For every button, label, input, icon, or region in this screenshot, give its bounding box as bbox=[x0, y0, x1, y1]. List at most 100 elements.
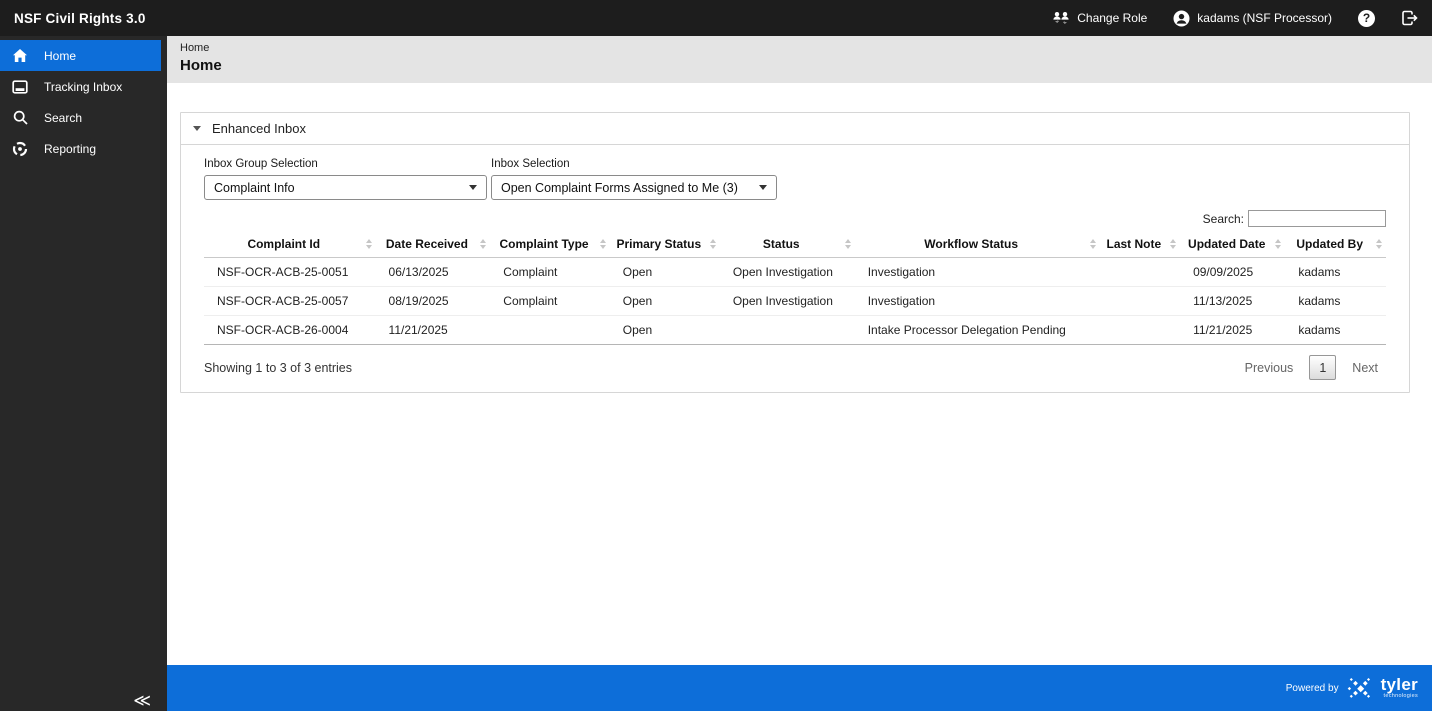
inbox-table: Complaint Id Date Received Complaint Typ… bbox=[204, 231, 1386, 345]
inbox-group-label: Inbox Group Selection bbox=[204, 158, 487, 170]
sidebar-item-label: Search bbox=[44, 111, 82, 125]
cell-updated-date: 09/09/2025 bbox=[1180, 258, 1285, 287]
sort-icon[interactable] bbox=[600, 239, 606, 249]
chevron-down-icon bbox=[759, 185, 767, 190]
collapse-left-icon: ≪ bbox=[133, 691, 151, 710]
sidebar-item-label: Tracking Inbox bbox=[44, 80, 122, 94]
sidebar-item-reporting[interactable]: Reporting bbox=[0, 133, 167, 164]
logout-button[interactable] bbox=[1401, 10, 1418, 26]
cell-date-received: 11/21/2025 bbox=[376, 316, 491, 345]
sidebar-item-label: Home bbox=[44, 49, 76, 63]
cell-complaint-type bbox=[490, 316, 610, 345]
column-header-last-note[interactable]: Last Note bbox=[1100, 231, 1180, 258]
column-header-workflow-status[interactable]: Workflow Status bbox=[855, 231, 1100, 258]
tyler-brand-name: tyler bbox=[1381, 676, 1418, 693]
sort-icon[interactable] bbox=[845, 239, 851, 249]
cell-status bbox=[720, 316, 855, 345]
previous-page-button[interactable]: Previous bbox=[1237, 357, 1302, 379]
sort-icon[interactable] bbox=[1275, 239, 1281, 249]
cell-updated-by: kadams bbox=[1285, 258, 1386, 287]
cell-updated-by: kadams bbox=[1285, 316, 1386, 345]
sidebar-item-home[interactable]: Home bbox=[0, 40, 161, 71]
logout-icon bbox=[1401, 10, 1418, 26]
table-row[interactable]: NSF-OCR-ACB-25-0051 06/13/2025 Complaint… bbox=[204, 258, 1386, 287]
entries-summary: Showing 1 to 3 of 3 entries bbox=[204, 361, 352, 375]
panel-header[interactable]: Enhanced Inbox bbox=[181, 113, 1409, 145]
next-page-button[interactable]: Next bbox=[1344, 357, 1386, 379]
cell-last-note bbox=[1100, 316, 1180, 345]
cell-complaint-id[interactable]: NSF-OCR-ACB-25-0051 bbox=[204, 258, 376, 287]
sort-icon[interactable] bbox=[1090, 239, 1096, 249]
enhanced-inbox-panel: Enhanced Inbox Inbox Group Selection Com… bbox=[180, 112, 1410, 393]
search-input[interactable] bbox=[1248, 210, 1386, 227]
cell-updated-date: 11/21/2025 bbox=[1180, 316, 1285, 345]
app-body: Home Tracking Inbox Search bbox=[0, 36, 1432, 711]
page-title: Home bbox=[180, 57, 1419, 74]
column-header-complaint-type[interactable]: Complaint Type bbox=[490, 231, 610, 258]
main-area: Home Home Enhanced Inbox Inbox Group Sel… bbox=[167, 36, 1432, 711]
table-footer: Showing 1 to 3 of 3 entries Previous 1 N… bbox=[204, 345, 1386, 392]
inbox-selection-value: Open Complaint Forms Assigned to Me (3) bbox=[501, 181, 738, 195]
tracking-inbox-icon bbox=[11, 80, 29, 94]
change-role-button[interactable]: Change Role bbox=[1052, 11, 1147, 25]
reporting-icon bbox=[11, 141, 29, 157]
inbox-filters: Inbox Group Selection Complaint Info Inb… bbox=[204, 158, 1386, 200]
cell-workflow-status: Investigation bbox=[855, 287, 1100, 316]
cell-complaint-id[interactable]: NSF-OCR-ACB-25-0057 bbox=[204, 287, 376, 316]
tyler-brand: tyler technologies bbox=[1381, 676, 1418, 700]
cell-last-note bbox=[1100, 287, 1180, 316]
sidebar-nav: Home Tracking Inbox Search bbox=[0, 36, 167, 711]
powered-by-label: Powered by bbox=[1286, 683, 1339, 694]
cell-primary-status: Open bbox=[610, 258, 720, 287]
inbox-group-value: Complaint Info bbox=[214, 181, 295, 195]
page-1-button[interactable]: 1 bbox=[1309, 355, 1336, 380]
cell-complaint-type: Complaint bbox=[490, 258, 610, 287]
breadcrumb[interactable]: Home bbox=[180, 42, 1419, 54]
table-search: Search: bbox=[204, 210, 1386, 227]
tyler-brand-sub: technologies bbox=[1384, 694, 1418, 700]
change-role-label: Change Role bbox=[1077, 11, 1147, 25]
table-row[interactable]: NSF-OCR-ACB-25-0057 08/19/2025 Complaint… bbox=[204, 287, 1386, 316]
column-header-updated-by[interactable]: Updated By bbox=[1285, 231, 1386, 258]
cell-workflow-status: Investigation bbox=[855, 258, 1100, 287]
sort-icon[interactable] bbox=[1376, 239, 1382, 249]
user-menu[interactable]: kadams (NSF Processor) bbox=[1173, 10, 1332, 27]
panel-body: Inbox Group Selection Complaint Info Inb… bbox=[181, 145, 1409, 392]
cell-status: Open Investigation bbox=[720, 258, 855, 287]
cell-date-received: 06/13/2025 bbox=[376, 258, 491, 287]
panel-title: Enhanced Inbox bbox=[212, 121, 306, 136]
cell-updated-date: 11/13/2025 bbox=[1180, 287, 1285, 316]
inbox-selection-field: Inbox Selection Open Complaint Forms Ass… bbox=[491, 158, 777, 200]
cell-last-note bbox=[1100, 258, 1180, 287]
sort-icon[interactable] bbox=[1170, 239, 1176, 249]
inbox-group-field: Inbox Group Selection Complaint Info bbox=[204, 158, 487, 200]
sort-icon[interactable] bbox=[480, 239, 486, 249]
app-title: NSF Civil Rights 3.0 bbox=[14, 11, 146, 26]
column-header-complaint-id[interactable]: Complaint Id bbox=[204, 231, 376, 258]
top-header-bar: NSF Civil Rights 3.0 Change Role bbox=[0, 0, 1432, 36]
column-header-updated-date[interactable]: Updated Date bbox=[1180, 231, 1285, 258]
sidebar-item-search[interactable]: Search bbox=[0, 102, 167, 133]
cell-complaint-id[interactable]: NSF-OCR-ACB-26-0004 bbox=[204, 316, 376, 345]
column-header-date-received[interactable]: Date Received bbox=[376, 231, 491, 258]
table-row[interactable]: NSF-OCR-ACB-26-0004 11/21/2025 Open Inta… bbox=[204, 316, 1386, 345]
cell-complaint-type: Complaint bbox=[490, 287, 610, 316]
account-icon bbox=[1173, 10, 1190, 27]
sidebar-item-label: Reporting bbox=[44, 142, 96, 156]
cell-primary-status: Open bbox=[610, 287, 720, 316]
sidebar-item-tracking-inbox[interactable]: Tracking Inbox bbox=[0, 71, 167, 102]
sort-icon[interactable] bbox=[710, 239, 716, 249]
home-icon bbox=[11, 48, 29, 63]
cell-workflow-status: Intake Processor Delegation Pending bbox=[855, 316, 1100, 345]
pagination: Previous 1 Next bbox=[1237, 355, 1386, 380]
column-header-primary-status[interactable]: Primary Status bbox=[610, 231, 720, 258]
footer-bar: Powered by tyler technologies bbox=[167, 665, 1432, 711]
sort-icon[interactable] bbox=[366, 239, 372, 249]
inbox-selection-select[interactable]: Open Complaint Forms Assigned to Me (3) bbox=[491, 175, 777, 200]
inbox-group-select[interactable]: Complaint Info bbox=[204, 175, 487, 200]
sidebar-collapse-button[interactable]: ≪ bbox=[133, 692, 151, 709]
column-header-status[interactable]: Status bbox=[720, 231, 855, 258]
help-button[interactable]: ? bbox=[1358, 10, 1375, 27]
cell-status: Open Investigation bbox=[720, 287, 855, 316]
table-header-row: Complaint Id Date Received Complaint Typ… bbox=[204, 231, 1386, 258]
